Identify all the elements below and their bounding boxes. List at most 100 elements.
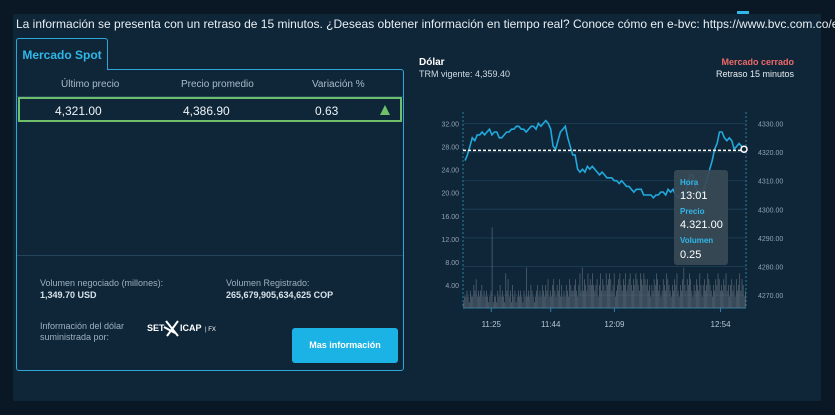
volume-bar (724, 284, 726, 308)
volume-bar (541, 284, 543, 308)
volume-bar (707, 273, 709, 308)
volume-bar (674, 279, 676, 308)
volume-bar (524, 296, 526, 308)
volume-bar (682, 279, 684, 308)
volume-bar (722, 290, 723, 308)
volume-bar (539, 290, 541, 308)
volume-bar (643, 273, 645, 308)
volume-bar (580, 290, 582, 308)
volume-bar (668, 284, 670, 308)
volume-bar (658, 290, 660, 308)
volume-bar (553, 279, 555, 308)
volume-bar (593, 284, 595, 308)
volume-bar (570, 284, 572, 308)
volume-bar (572, 290, 574, 308)
volume-bar (567, 290, 568, 308)
volume-bar (579, 273, 581, 308)
volume-bar (516, 296, 518, 308)
volume-bar (505, 273, 507, 308)
volume-bar (585, 284, 587, 308)
volume-bar (470, 290, 471, 308)
volume-bar (589, 279, 591, 308)
volume-bar (723, 279, 725, 308)
suministro-label: Información del dólar suministrada por: (40, 321, 125, 342)
volume-bar (520, 290, 521, 308)
volume-tick-label: 12.00 (441, 237, 459, 244)
volume-bar (478, 290, 479, 308)
volume-bar (476, 296, 478, 308)
logo-icap-text: ICAP (180, 323, 202, 333)
table-row[interactable]: 4,321.00 4,386.90 0.63 (18, 97, 402, 122)
volume-bar (554, 290, 556, 308)
volume-bar (602, 279, 604, 308)
volume-bar (739, 273, 741, 308)
volume-bar (725, 273, 727, 308)
volume-bar (565, 284, 567, 308)
volume-bar (740, 290, 742, 308)
volume-bar (607, 284, 608, 308)
volume-bar (618, 279, 620, 308)
price-chart[interactable]: 4330.00 4320.00 4310.00 4300.00 4290.00 4280.… (415, 108, 805, 340)
volume-bar (489, 296, 491, 308)
volume-bar (653, 279, 655, 308)
volume-bar (540, 296, 542, 308)
volume-bar (649, 284, 650, 308)
volume-bar (681, 290, 682, 308)
volume-bar (698, 290, 699, 308)
volume-bar (610, 279, 612, 308)
volume-bar (502, 290, 503, 308)
volume-bar (614, 296, 616, 308)
volume-bar (608, 279, 609, 308)
volume-bar (737, 290, 738, 308)
price-tick-label: 4310.00 (758, 179, 783, 186)
volume-bar (544, 296, 545, 308)
delay-label: Retraso 15 minutos (715, 69, 794, 79)
volume-bar (576, 290, 577, 308)
tooltip-precio-value: 4.321.00 (680, 219, 723, 231)
volume-bar (508, 296, 510, 308)
volume-bar (654, 284, 656, 308)
volume-bar (676, 273, 678, 308)
volume-tick-label: 4.00 (445, 283, 459, 290)
volume-tick-label: 20.00 (441, 191, 459, 198)
volume-bar (688, 284, 689, 308)
volume-bar (533, 302, 535, 308)
volume-bar (510, 290, 511, 308)
volume-bar (605, 273, 607, 308)
volume-bar (629, 273, 631, 308)
volume-bar (704, 279, 705, 308)
volume-bar (597, 296, 599, 308)
volume-tick-label: 32.00 (441, 122, 459, 129)
volume-bar (537, 284, 539, 308)
volume-bar (562, 296, 564, 308)
volume-bar (547, 279, 549, 308)
volume-bar (587, 273, 589, 308)
x-tick-label: 11:44 (541, 320, 561, 329)
x-tick-label: 11:25 (482, 320, 502, 329)
spot-box: Último precio Precio promedio Variación … (16, 69, 404, 371)
volume-bar (683, 267, 685, 308)
volume-bar (555, 296, 557, 308)
volume-bar (600, 273, 601, 308)
volume-bar (743, 296, 745, 308)
volume-bar (718, 279, 720, 308)
volume-bar (496, 302, 498, 308)
volume-bar (588, 284, 590, 308)
volume-bar (601, 290, 602, 308)
volume-bar (672, 284, 673, 308)
x-tick-label: 12:54 (711, 320, 732, 329)
volume-tick-label: 16.00 (441, 214, 459, 221)
volume-bar (667, 279, 669, 308)
volume-bar (640, 273, 641, 308)
volume-bar (560, 296, 561, 308)
price-tick-label: 4330.00 (758, 121, 783, 128)
volume-bar (692, 296, 694, 308)
volumen-negociado-value: 1,349.70 USD (40, 290, 97, 300)
volume-bar (481, 284, 483, 308)
volume-bar (745, 290, 746, 308)
tab-mercado-spot[interactable]: Mercado Spot (16, 38, 108, 70)
volume-bar (662, 279, 664, 308)
volume-bar (685, 290, 687, 308)
mas-informacion-button[interactable]: Mas información (292, 328, 398, 363)
volume-bar (635, 273, 637, 308)
